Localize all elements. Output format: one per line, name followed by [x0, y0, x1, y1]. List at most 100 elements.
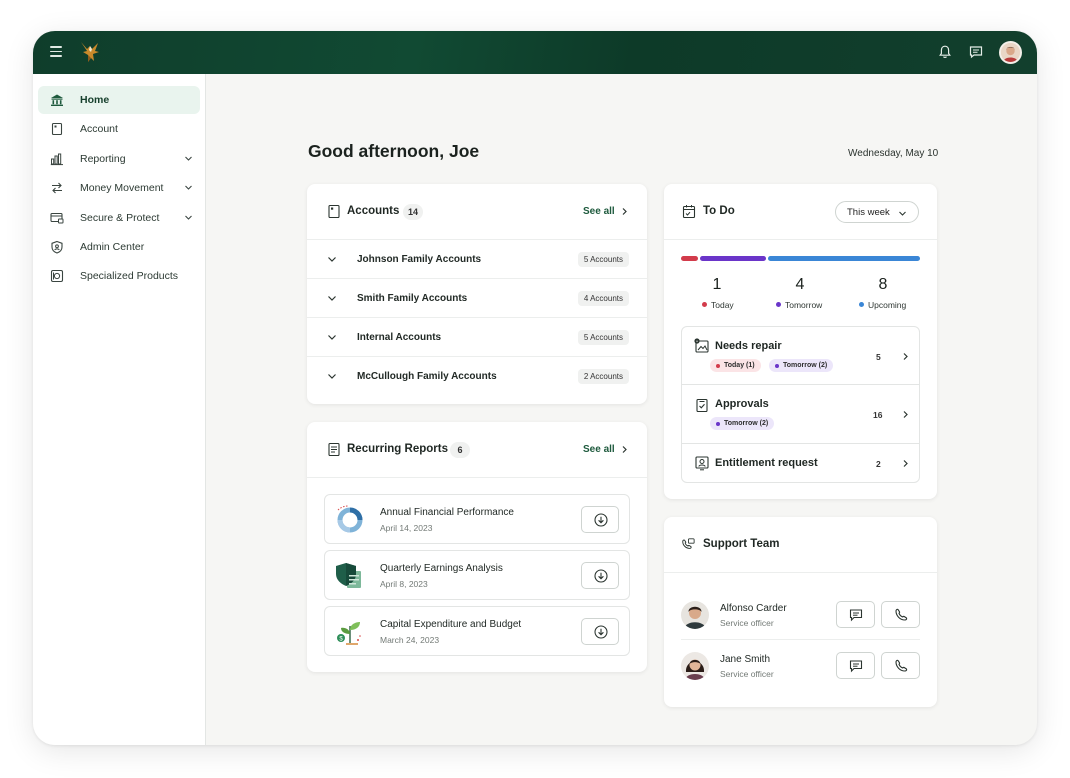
call-button[interactable] [881, 652, 920, 679]
sidebar-item-reporting[interactable]: Reporting [38, 145, 200, 173]
support-member-name: Alfonso Carder [720, 603, 787, 614]
stat-upcoming-value: 8 [878, 276, 888, 293]
top-bar [33, 31, 1037, 74]
message-button[interactable] [836, 601, 875, 628]
phone-icon [895, 608, 908, 621]
sidebar-item-label: Home [80, 94, 110, 106]
time-range-dropdown[interactable]: This week [835, 201, 919, 223]
report-date: April 8, 2023 [380, 579, 428, 589]
bar-chart-icon [50, 153, 63, 166]
todo-item-approvals[interactable]: Approvals Tomorrow (2) 16 [682, 385, 919, 444]
bell-icon[interactable] [937, 44, 953, 60]
progress-segment-today [681, 256, 698, 261]
sidebar-item-account[interactable]: Account [38, 115, 200, 143]
download-button[interactable] [581, 506, 619, 533]
app-window: Home Account Reporting Money Movement Se… [33, 31, 1037, 745]
chevron-right-icon[interactable] [901, 352, 910, 361]
account-group-name: Smith Family Accounts [357, 293, 468, 304]
sidebar-item-label: Admin Center [80, 241, 145, 253]
chevron-down-icon[interactable] [184, 154, 193, 163]
account-count-badge: 2 Accounts [577, 369, 629, 384]
todo-item-title: Needs repair [715, 340, 782, 352]
account-group-row[interactable]: Johnson Family Accounts 5 Accounts [307, 240, 647, 279]
stat-upcoming-label: Upcoming [859, 300, 906, 310]
call-button[interactable] [881, 601, 920, 628]
account-icon [51, 122, 63, 136]
sidebar-item-home[interactable]: Home [38, 86, 200, 114]
sidebar-item-label: Specialized Products [80, 270, 179, 282]
message-button[interactable] [836, 652, 875, 679]
support-member-row: Jane Smith Service officer [681, 641, 920, 691]
todo-item-entitlement-request[interactable]: Entitlement request 2 [682, 444, 919, 482]
chevron-down-icon[interactable] [184, 183, 193, 192]
download-button[interactable] [581, 618, 619, 645]
user-avatar[interactable] [999, 41, 1022, 64]
stat-tomorrow-value: 4 [795, 276, 805, 293]
todo-card-header: To Do This week [664, 184, 937, 240]
chevron-right-icon[interactable] [620, 445, 629, 454]
chevron-right-icon[interactable] [901, 410, 910, 419]
report-item[interactable]: Quarterly Earnings Analysis April 8, 202… [324, 550, 630, 600]
support-member-role: Service officer [720, 669, 774, 679]
sidebar-item-money-movement[interactable]: Money Movement [38, 174, 200, 202]
transfer-icon [52, 182, 62, 194]
support-team-card: Support Team Alfonso Carder Service offi… [664, 517, 937, 707]
todo-title: To Do [703, 205, 735, 217]
document-icon [328, 442, 340, 457]
accounts-card-header: Accounts 14 See all [307, 184, 647, 240]
todo-list: × Needs repair Today (1) Tomorrow (2) 5 … [681, 326, 920, 483]
account-count-badge: 4 Accounts [577, 291, 629, 306]
shield-icon [51, 240, 63, 254]
progress-segment-upcoming [768, 256, 920, 261]
account-group-name: Johnson Family Accounts [357, 254, 482, 265]
todo-item-count: 5 [876, 352, 881, 362]
sidebar-item-label: Reporting [80, 153, 126, 165]
todo-item-needs-repair[interactable]: × Needs repair Today (1) Tomorrow (2) 5 [682, 327, 919, 385]
tag-today: Today (1) [710, 359, 761, 372]
accounts-count: 14 [403, 204, 424, 220]
todo-item-title: Approvals [715, 398, 769, 410]
chevron-right-icon[interactable] [901, 459, 910, 468]
main-content: Good afternoon, Joe Wednesday, May 10 Ac… [206, 74, 1037, 745]
account-group-row[interactable]: Internal Accounts 5 Accounts [307, 318, 647, 357]
account-group-row[interactable]: McCullough Family Accounts 2 Accounts [307, 357, 647, 396]
accounts-see-all-link[interactable]: See all [583, 206, 615, 217]
accounts-card: Accounts 14 See all Johnson Family Accou… [307, 184, 647, 404]
reports-see-all-link[interactable]: See all [583, 444, 615, 455]
eagle-logo[interactable] [78, 40, 104, 64]
chevron-down-icon[interactable] [327, 294, 337, 303]
sidebar-item-admin-center[interactable]: Admin Center [38, 233, 200, 261]
vault-icon [50, 269, 64, 283]
avatar [681, 652, 709, 680]
account-group-row[interactable]: Smith Family Accounts 4 Accounts [307, 279, 647, 318]
message-icon[interactable] [968, 44, 984, 60]
sidebar-item-secure-protect[interactable]: Secure & Protect [38, 204, 200, 232]
avatar [681, 601, 709, 629]
sidebar-item-specialized-products[interactable]: Specialized Products [38, 262, 200, 290]
stat-today-label: Today [702, 300, 734, 310]
todo-card: To Do This week 1 Today 4 Tomorrow 8 Upc… [664, 184, 937, 499]
reports-card-header: Recurring Reports 6 See all [307, 422, 647, 478]
chevron-down-icon[interactable] [327, 255, 337, 264]
support-member-row: Alfonso Carder Service officer [681, 590, 920, 640]
report-title: Quarterly Earnings Analysis [380, 563, 503, 574]
chevron-down-icon [899, 211, 906, 216]
report-item[interactable]: $ Capital Expenditure and Budget March 2… [324, 606, 630, 656]
chevron-down-icon[interactable] [327, 372, 337, 381]
recurring-reports-card: Recurring Reports 6 See all Annual Finan… [307, 422, 647, 672]
report-date: April 14, 2023 [380, 523, 433, 533]
plant-growth-thumbnail: $ [337, 622, 361, 645]
hamburger-icon[interactable] [50, 46, 62, 58]
account-count-badge: 5 Accounts [577, 252, 629, 267]
chevron-right-icon[interactable] [620, 207, 629, 216]
chevron-down-icon[interactable] [327, 333, 337, 342]
tag-tomorrow: Tomorrow (2) [710, 417, 775, 430]
phone-chat-icon [682, 538, 695, 549]
card-lock-icon [50, 212, 64, 224]
support-member-name: Jane Smith [720, 654, 771, 665]
download-button[interactable] [581, 562, 619, 589]
reports-title: Recurring Reports [347, 443, 448, 455]
current-date: Wednesday, May 10 [848, 148, 939, 159]
report-item[interactable]: Annual Financial Performance April 14, 2… [324, 494, 630, 544]
chevron-down-icon[interactable] [184, 213, 193, 222]
